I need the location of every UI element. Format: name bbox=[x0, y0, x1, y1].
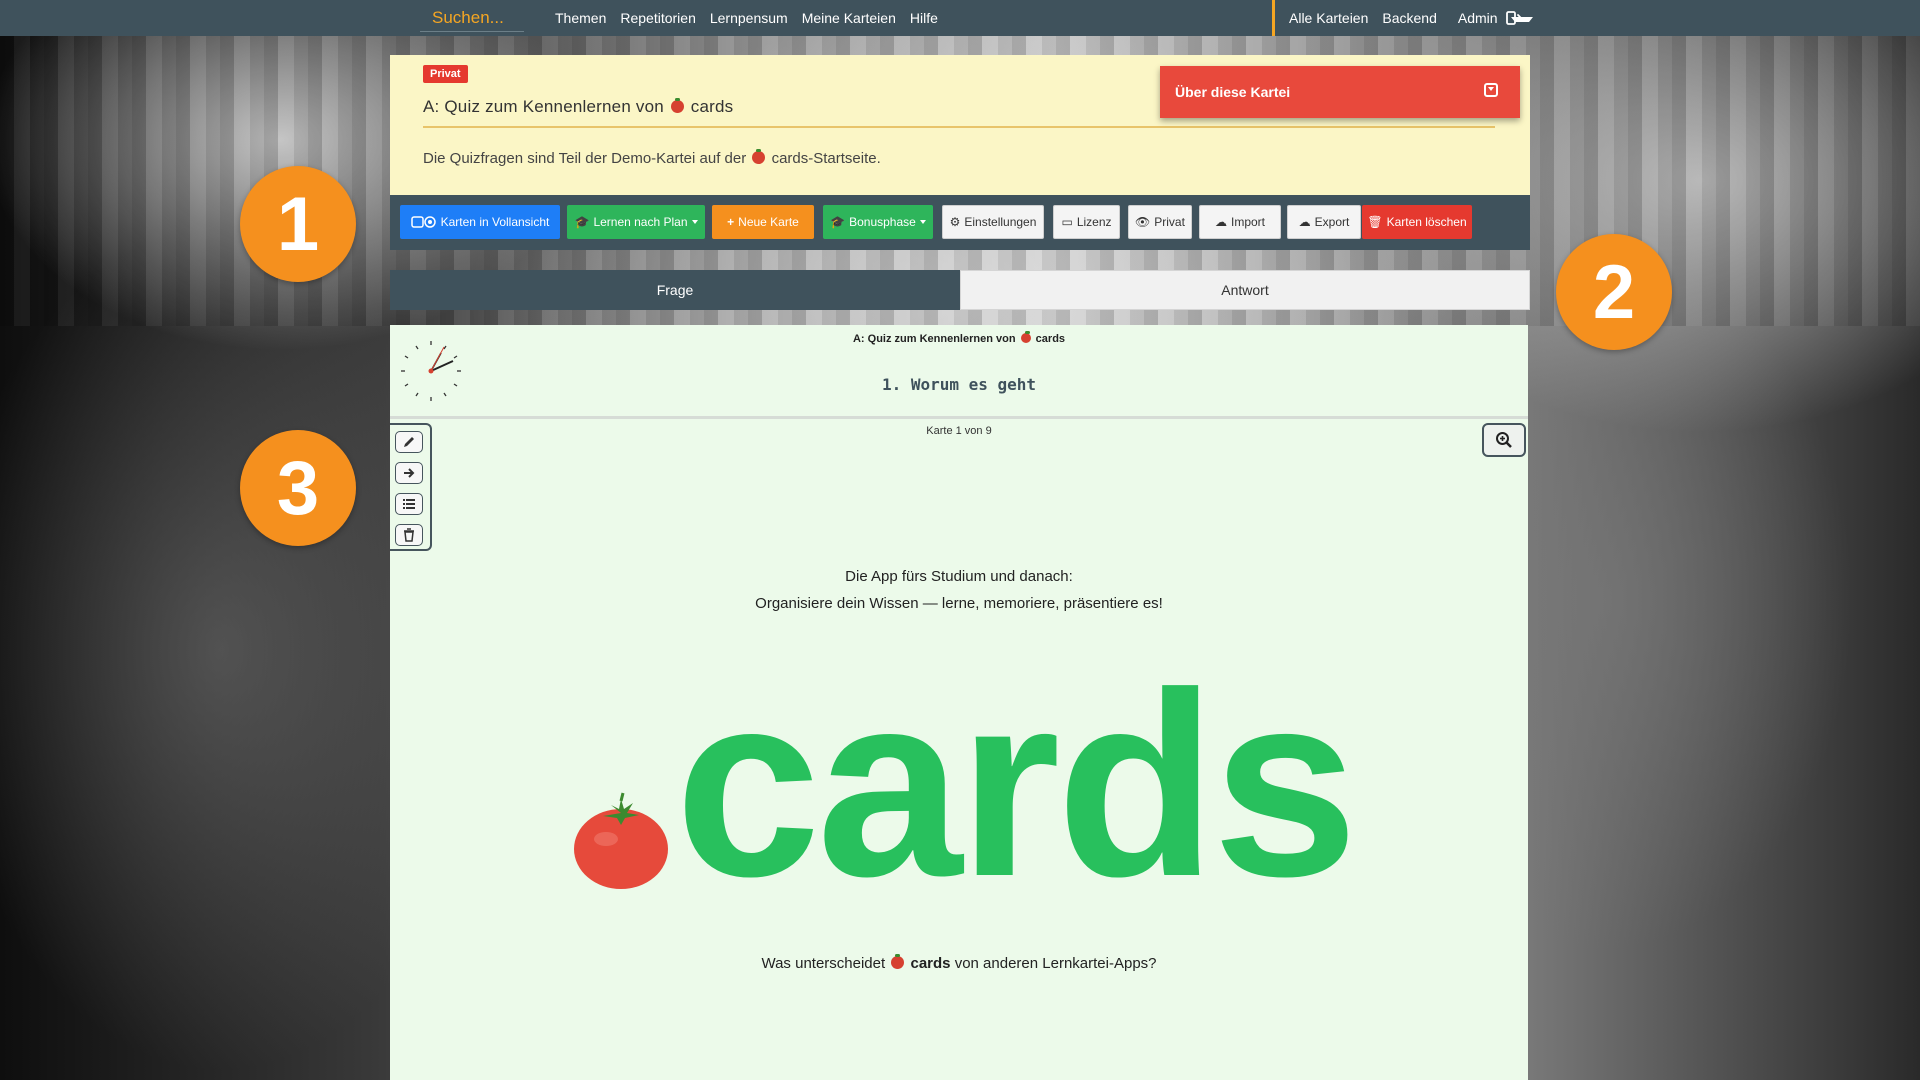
card-deck-title-suffix: cards bbox=[1035, 333, 1066, 345]
nav-link-hilfe[interactable]: Hilfe bbox=[903, 10, 945, 26]
cloud-upload-icon: ☁ bbox=[1214, 215, 1227, 229]
about-deck-button[interactable]: Über diese Kartei bbox=[1160, 66, 1520, 118]
nav-link-alle-karteien[interactable]: Alle Karteien bbox=[1282, 10, 1375, 26]
card-counter: Karte 1 von 9 bbox=[926, 425, 992, 437]
private-label: Privat bbox=[1154, 215, 1185, 229]
nav-divider bbox=[1272, 0, 1275, 36]
nav-link-repetitorien[interactable]: Repetitorien bbox=[613, 10, 703, 26]
marker-2: 2 bbox=[1556, 234, 1672, 350]
tomato-icon bbox=[670, 98, 684, 113]
deck-description-suffix: cards-Startseite. bbox=[771, 150, 881, 167]
question-bold: cards bbox=[910, 955, 951, 972]
chevron-down-icon bbox=[919, 220, 926, 224]
nav-link-backend[interactable]: Backend bbox=[1375, 10, 1443, 26]
card-list-button[interactable] bbox=[395, 493, 423, 515]
trash-icon: 🗑 bbox=[1367, 215, 1383, 229]
next-card-button[interactable] bbox=[395, 462, 423, 484]
logo-text: cards bbox=[675, 638, 1358, 931]
fullview-label: Karten in Vollansicht bbox=[440, 215, 550, 229]
nav-link-lernpensum[interactable]: Lernpensum bbox=[703, 10, 795, 26]
edit-card-button[interactable] bbox=[395, 431, 423, 453]
card-deck-title: A: Quiz zum Kennenlernen von cards bbox=[390, 331, 1528, 345]
delete-cards-label: Karten löschen bbox=[1386, 215, 1467, 229]
card-divider bbox=[390, 416, 1528, 419]
card-side-tools bbox=[390, 423, 432, 551]
gear-icon: ⚙ bbox=[949, 215, 961, 229]
intro-line-2: Organisiere dein Wissen — lerne, memorie… bbox=[755, 595, 1163, 612]
about-deck-label: Über diese Kartei bbox=[1175, 84, 1291, 100]
bonus-phase-button[interactable]: 🎓 Bonusphase bbox=[823, 205, 933, 239]
graduation-cap-icon: 🎓 bbox=[830, 215, 846, 229]
top-navbar: Suchen... Themen Repetitorien Lernpensum… bbox=[0, 0, 1920, 36]
zoom-button[interactable] bbox=[1482, 423, 1526, 457]
expand-icon bbox=[1484, 83, 1498, 97]
nav-right-links: Alle Karteien Backend Admin bbox=[1282, 0, 1540, 36]
status-badge: Privat bbox=[423, 65, 468, 83]
new-card-button[interactable]: + Neue Karte bbox=[712, 205, 814, 239]
tomato-icon bbox=[1020, 331, 1031, 343]
settings-label: Einstellungen bbox=[964, 215, 1037, 229]
delete-cards-button[interactable]: 🗑 Karten löschen bbox=[1362, 205, 1472, 239]
search-input[interactable]: Suchen... bbox=[420, 2, 524, 32]
card-heading: 1. Worum es geht bbox=[881, 375, 1037, 394]
license-button[interactable]: ▭ Lizenz bbox=[1053, 205, 1120, 239]
chevron-down-icon bbox=[691, 220, 698, 224]
new-card-label: Neue Karte bbox=[738, 215, 799, 229]
tab-question[interactable]: Frage bbox=[390, 270, 960, 310]
nav-link-meine-karteien[interactable]: Meine Karteien bbox=[795, 10, 903, 26]
pencil-icon bbox=[404, 437, 414, 447]
plus-icon: + bbox=[727, 215, 735, 229]
fullview-button[interactable]: Karten in Vollansicht bbox=[400, 205, 560, 239]
graduation-cap-icon: 🎓 bbox=[574, 215, 590, 229]
deck-title-prefix: A: Quiz zum Kennenlernen von bbox=[423, 97, 664, 116]
admin-menu[interactable]: Admin bbox=[1444, 10, 1540, 26]
nav-link-themen[interactable]: Themen bbox=[548, 10, 613, 26]
learn-plan-button[interactable]: 🎓 Lernen nach Plan bbox=[567, 205, 705, 239]
question-suffix: von anderen Lernkartei-Apps? bbox=[954, 955, 1157, 972]
arrow-right-icon bbox=[404, 468, 415, 478]
export-button[interactable]: ☁ Export bbox=[1287, 205, 1361, 239]
export-label: Export bbox=[1314, 215, 1350, 229]
deck-title: A: Quiz zum Kennenlernen von cards bbox=[423, 97, 733, 117]
tomato-logo-icon bbox=[574, 792, 668, 889]
bonus-phase-label: Bonusphase bbox=[849, 215, 916, 229]
presentation-icon bbox=[410, 216, 436, 228]
title-divider bbox=[423, 126, 1495, 128]
admin-label: Admin bbox=[1457, 10, 1498, 26]
nav-links: Themen Repetitorien Lernpensum Meine Kar… bbox=[548, 0, 945, 36]
import-button[interactable]: ☁ Import bbox=[1199, 205, 1281, 239]
logout-icon[interactable] bbox=[1506, 10, 1522, 26]
license-label: Lizenz bbox=[1076, 215, 1112, 229]
cloud-download-icon: ☁ bbox=[1298, 215, 1311, 229]
marker-1: 1 bbox=[240, 166, 356, 282]
tab-answer[interactable]: Antwort bbox=[960, 270, 1530, 310]
card-deck-title-prefix: A: Quiz zum Kennenlernen von bbox=[852, 333, 1016, 345]
import-label: Import bbox=[1230, 215, 1265, 229]
deck-description-prefix: Die Quizfragen sind Teil der Demo-Kartei… bbox=[423, 150, 747, 167]
card-question: Was unterscheidet cards von anderen Lern… bbox=[390, 954, 1528, 972]
tomato-icon bbox=[752, 149, 766, 164]
marker-3: 3 bbox=[240, 430, 356, 546]
deck-toolbar: Karten in Vollansicht 🎓 Lernen nach Plan… bbox=[390, 195, 1530, 250]
zoom-in-icon bbox=[1496, 432, 1512, 448]
list-icon bbox=[403, 499, 415, 509]
learn-plan-label: Lernen nach Plan bbox=[593, 215, 688, 229]
intro-line-1: Die App fürs Studium und danach: bbox=[845, 568, 1073, 585]
settings-button[interactable]: ⚙ Einstellungen bbox=[942, 205, 1044, 239]
question-prefix: Was unterscheidet bbox=[761, 955, 886, 972]
license-icon: ▭ bbox=[1061, 215, 1073, 229]
tomato-icon bbox=[891, 954, 905, 969]
flashcard: A: Quiz zum Kennenlernen von cards 1. Wo… bbox=[390, 325, 1528, 1080]
deck-title-suffix: cards bbox=[690, 97, 734, 116]
trash-icon bbox=[404, 528, 414, 542]
deck-description: Die Quizfragen sind Teil der Demo-Kartei… bbox=[423, 149, 881, 167]
eye-icon: 👁 bbox=[1135, 215, 1151, 229]
private-button[interactable]: 👁 Privat bbox=[1128, 205, 1192, 239]
cards-logo: cards bbox=[573, 654, 1358, 916]
delete-card-button[interactable] bbox=[395, 524, 423, 546]
